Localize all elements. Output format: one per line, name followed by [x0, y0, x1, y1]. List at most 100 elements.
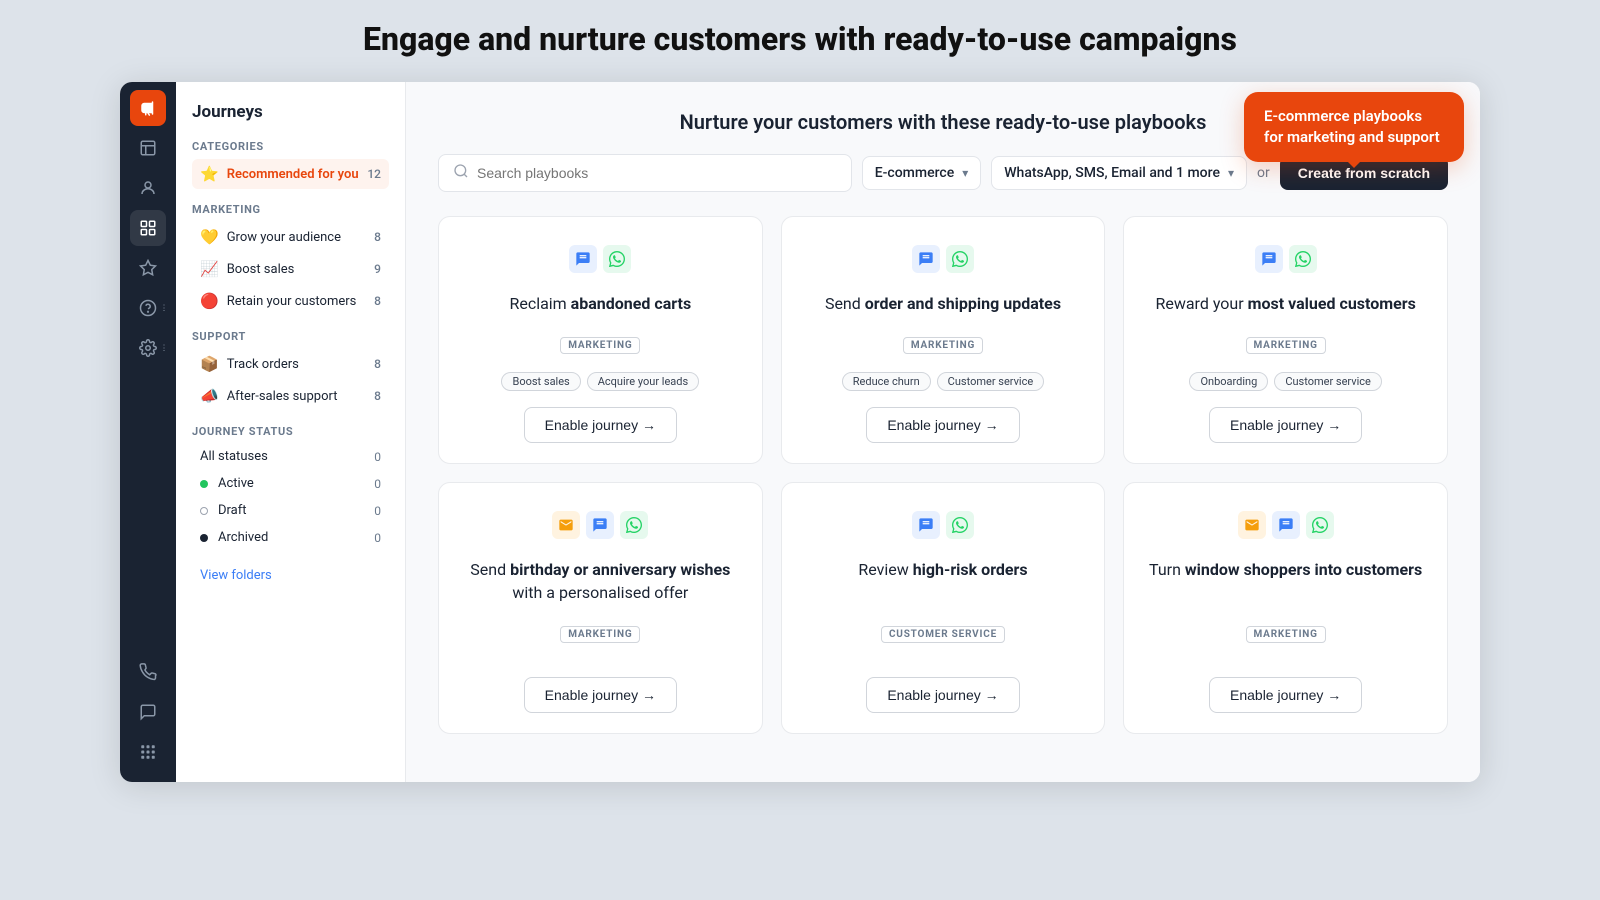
status-all-label: All statuses [200, 449, 374, 464]
category-track[interactable]: 📦 Track orders 8 [192, 349, 389, 379]
industry-filter-label: E-commerce [875, 165, 954, 181]
nav-icon-phone[interactable] [130, 654, 166, 690]
card3-tag-service: Customer service [1274, 372, 1382, 391]
card3-enable-button[interactable]: Enable journey → [1209, 407, 1362, 443]
categories-label: Categories [192, 140, 389, 153]
nav-icon-chart[interactable] [130, 130, 166, 166]
nav-icon-contacts[interactable] [130, 170, 166, 206]
card-abandoned-carts[interactable]: Reclaim abandoned carts MARKETING Boost … [438, 216, 763, 464]
sidebar-bottom [130, 654, 166, 782]
card6-badge: MARKETING [1246, 622, 1326, 651]
status-draft-count: 0 [374, 504, 381, 518]
card2-channel-icons [912, 245, 974, 273]
whatsapp-icon [620, 511, 648, 539]
nav-icon-settings[interactable]: ⋮ [130, 330, 166, 366]
email-icon [552, 511, 580, 539]
view-folders-link[interactable]: View folders [192, 564, 280, 587]
card4-title: Send birthday or anniversary wishes with… [459, 559, 742, 604]
category-aftersales-label: After-sales support [227, 389, 374, 404]
card5-badge-type: CUSTOMER SERVICE [881, 626, 1005, 643]
status-all-count: 0 [374, 450, 381, 464]
tooltip-bubble: E-commerce playbooks for marketing and s… [1244, 92, 1464, 162]
card4-enable-button[interactable]: Enable journey → [524, 677, 677, 713]
category-grow-count: 8 [374, 230, 381, 244]
card6-badge-type: MARKETING [1246, 626, 1326, 643]
email-icon [1238, 511, 1266, 539]
page-title: Engage and nurture customers with ready-… [363, 20, 1237, 58]
category-grow[interactable]: 💛 Grow your audience 8 [192, 222, 389, 252]
nav-icon-apps[interactable] [130, 734, 166, 770]
sms-icon [1255, 245, 1283, 273]
nav-icon-chat[interactable] [130, 694, 166, 730]
active-dot [200, 480, 208, 488]
category-recommended[interactable]: ⭐ Recommended for you 12 [192, 159, 389, 189]
search-input[interactable] [477, 165, 837, 181]
sms-icon [912, 511, 940, 539]
card-most-valued[interactable]: Reward your most valued customers MARKET… [1123, 216, 1448, 464]
category-aftersales[interactable]: 📣 After-sales support 8 [192, 381, 389, 411]
archived-dot [200, 534, 208, 542]
card3-tag-onboarding: Onboarding [1189, 372, 1268, 391]
card2-tag-churn: Reduce churn [842, 372, 931, 391]
card3-badge-type: MARKETING [1246, 337, 1326, 354]
status-archived-label: Archived [218, 530, 374, 545]
nav-icon-automation[interactable] [130, 250, 166, 286]
status-draft[interactable]: Draft 0 [192, 498, 389, 523]
category-retain[interactable]: 🔴 Retain your customers 8 [192, 286, 389, 316]
cards-grid: Reclaim abandoned carts MARKETING Boost … [438, 216, 1448, 734]
track-icon: 📦 [200, 355, 219, 373]
category-recommended-label: Recommended for you [227, 167, 368, 182]
whatsapp-icon [1289, 245, 1317, 273]
aftersales-icon: 📣 [200, 387, 219, 405]
card3-title: Reward your most valued customers [1155, 293, 1415, 315]
nav-icon-journeys[interactable] [130, 210, 166, 246]
card5-enable-button[interactable]: Enable journey → [866, 677, 1019, 713]
card1-enable-button[interactable]: Enable journey → [524, 407, 677, 443]
status-archived[interactable]: Archived 0 [192, 525, 389, 550]
journeys-title: Journeys [192, 102, 389, 122]
status-active[interactable]: Active 0 [192, 471, 389, 496]
card1-channel-icons [569, 245, 631, 273]
search-box[interactable] [438, 154, 852, 192]
card4-channel-icons [552, 511, 648, 539]
category-retain-label: Retain your customers [227, 294, 374, 309]
card5-badge: CUSTOMER SERVICE [881, 622, 1005, 651]
sidebar-nav: ⋮ ⋮ [120, 82, 176, 782]
card-window-shoppers[interactable]: Turn window shoppers into customers MARK… [1123, 482, 1448, 734]
industry-filter[interactable]: E-commerce ▾ [862, 156, 981, 190]
whatsapp-icon [603, 245, 631, 273]
status-active-count: 0 [374, 477, 381, 491]
category-aftersales-count: 8 [374, 389, 381, 403]
status-archived-count: 0 [374, 531, 381, 545]
category-retain-count: 8 [374, 294, 381, 308]
retain-icon: 🔴 [200, 292, 219, 310]
nav-icon-support[interactable]: ⋮ [130, 290, 166, 326]
card2-enable-button[interactable]: Enable journey → [866, 407, 1019, 443]
boost-icon: 📈 [200, 260, 219, 278]
card-birthday[interactable]: Send birthday or anniversary wishes with… [438, 482, 763, 734]
nav-icon-megaphone[interactable] [130, 90, 166, 126]
draft-dot [200, 507, 208, 515]
card1-title: Reclaim abandoned carts [509, 293, 691, 315]
card2-title: Send order and shipping updates [825, 293, 1061, 315]
card1-tags: Boost sales Acquire your leads [501, 372, 699, 391]
card-order-shipping[interactable]: Send order and shipping updates MARKETIN… [781, 216, 1106, 464]
whatsapp-icon [1306, 511, 1334, 539]
sms-icon [569, 245, 597, 273]
category-track-label: Track orders [227, 357, 374, 372]
channel-chevron-icon: ▾ [1228, 166, 1234, 180]
category-boost[interactable]: 📈 Boost sales 9 [192, 254, 389, 284]
card2-badge: MARKETING [903, 333, 983, 362]
channel-filter[interactable]: WhatsApp, SMS, Email and 1 more ▾ [991, 156, 1247, 190]
or-label: or [1257, 165, 1270, 181]
star-icon: ⭐ [200, 165, 219, 183]
card-high-risk[interactable]: Review high-risk orders CUSTOMER SERVICE… [781, 482, 1106, 734]
sms-icon [1272, 511, 1300, 539]
card2-tags: Reduce churn Customer service [842, 372, 1044, 391]
card6-enable-button[interactable]: Enable journey → [1209, 677, 1362, 713]
category-boost-label: Boost sales [227, 262, 374, 277]
card1-badge-type: MARKETING [560, 337, 640, 354]
grow-icon: 💛 [200, 228, 219, 246]
status-all[interactable]: All statuses 0 [192, 444, 389, 469]
card2-tag-service: Customer service [937, 372, 1045, 391]
